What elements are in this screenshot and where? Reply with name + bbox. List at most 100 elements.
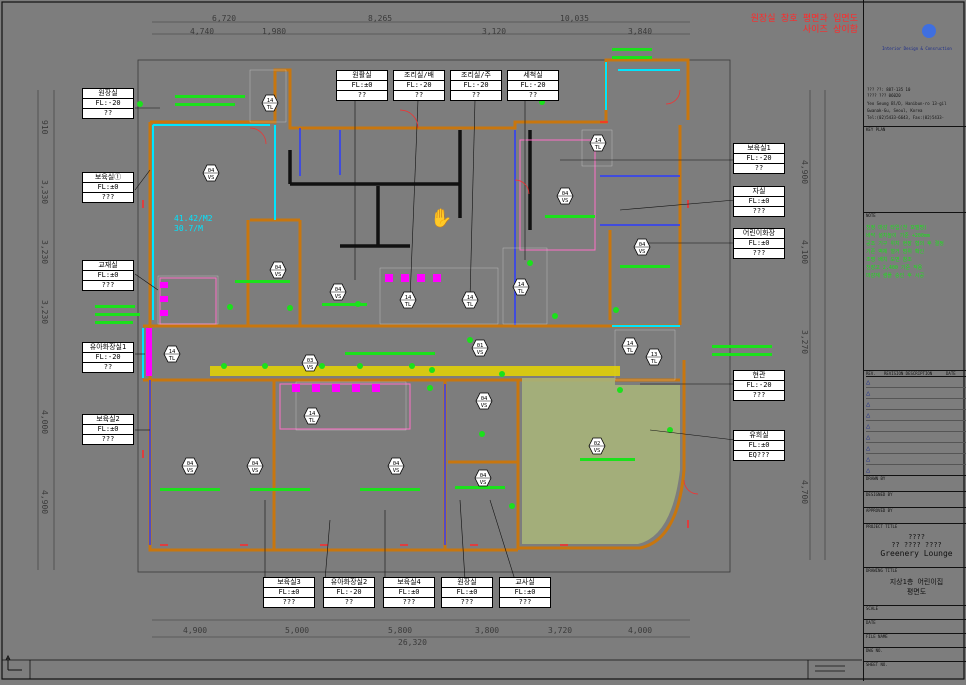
svg-text:04: 04 (562, 191, 569, 197)
area-note-line-2: 30.7/M (174, 224, 203, 233)
note-line: 공조 기구 위치 현장 협의 후 결정 (866, 241, 944, 247)
finish-code-hexagon: 13 TL (645, 348, 663, 370)
room-tag-note: ?? (357, 91, 367, 99)
svg-text:VS: VS (562, 198, 569, 204)
room-tag-fl: FL:-20 (394, 81, 444, 91)
room-tag: 원활실 FL:±0?? (336, 70, 388, 101)
room-tag-fl: FL:±0 (500, 588, 550, 598)
ucs-icon (5, 654, 22, 671)
room-tag-fl: FL:-20 (324, 588, 374, 598)
note-row: NOTE 천정 마감 타입(천 모델명) 바닥 설치높이 기준 +200mm 공조 … (864, 212, 966, 370)
svg-text:TL: TL (595, 145, 602, 151)
top-dim-6: 3,120 (482, 27, 507, 36)
room-tag-name: 보육실① (83, 173, 133, 183)
room-tag: 교사실 FL:±0??? (499, 577, 551, 608)
svg-text:TL: TL (267, 105, 274, 111)
room-tag-note: ??? (101, 281, 115, 289)
cad-drawing-viewport[interactable]: 6,720 8,265 10,035 4,740 1,980 3,120 3,8… (0, 0, 966, 681)
svg-text:VS: VS (307, 365, 314, 371)
desc-col-header: REVISION DESCRIPTION (884, 371, 933, 376)
room-tag: 원장실 FL:-20?? (82, 88, 134, 119)
bottom-dim-6: 4,000 (628, 626, 653, 635)
room-tag-note: ?? (528, 91, 538, 99)
revision-row: △ (866, 421, 966, 432)
room-tag: 원장실 FL:±0??? (441, 577, 493, 608)
date-row: DATE (864, 619, 966, 633)
svg-text:14: 14 (169, 349, 176, 355)
svg-text:TL: TL (627, 348, 634, 354)
right-dim-2: 4,100 (800, 240, 809, 265)
top-dim-2: 8,265 (368, 14, 393, 23)
finish-code-hexagon: 04 VS (633, 238, 651, 260)
svg-text:14: 14 (518, 282, 525, 288)
note-line: 마감재 샘플 승인 후 시공 (866, 273, 925, 279)
room-tag-name: 세척실 (508, 71, 558, 81)
room-tag-fl: FL:-20 (734, 154, 784, 164)
designed-by-row: DESIGNED BY (864, 491, 966, 507)
room-tag-name: 유아화장실2 (324, 578, 374, 588)
room-tag: 자실 FL:±0??? (733, 186, 785, 217)
room-tag: 현관 FL:-20??? (733, 370, 785, 401)
svg-text:04: 04 (275, 265, 282, 271)
room-tag-fl: FL:±0 (734, 239, 784, 249)
room-tag-note: ?? (103, 109, 113, 117)
left-dim-1: 910 (40, 120, 49, 135)
room-tag-name: 보육실1 (734, 144, 784, 154)
svg-text:VS: VS (275, 272, 282, 278)
room-tag-note: ??? (518, 598, 532, 606)
svg-text:04: 04 (252, 461, 259, 467)
note-line: 천정 마감 타입(천 모델명) (866, 225, 928, 231)
drawing-name-line-2: 평면도 (906, 588, 927, 596)
revision-warning: 원장실 창호 평면과 입면도 사이즈 상이함 (700, 14, 858, 36)
dwg-no-row: DWG NO. (864, 647, 966, 661)
warning-line-2: 사이즈 상이함 (802, 25, 858, 35)
company-name: Interior Design & Consruction (882, 46, 952, 51)
drawing-title-label: DRAWING TITLE (866, 568, 898, 573)
finish-code-hexagon: 14 TL (399, 291, 417, 313)
note-line: 천장고 2,400 기준 적용 (866, 265, 923, 271)
dimension-lines (37, 21, 826, 638)
room-tag: 유아화장실2 FL:-20?? (323, 577, 375, 608)
room-tag-note: EQ??? (748, 451, 770, 459)
revision-row: △ (866, 432, 966, 443)
finish-code-hexagon: 04 VS (246, 457, 264, 479)
room-tag-fl: FL:±0 (734, 441, 784, 451)
project-name: Greenery Lounge (880, 549, 953, 558)
contact-line-2: ???? ??? 06020 (867, 93, 901, 98)
room-tag-fl: FL:±0 (442, 588, 492, 598)
svg-text:04: 04 (187, 461, 194, 467)
finish-code-hexagon: 04 VS (202, 164, 220, 186)
svg-text:01: 01 (477, 343, 484, 349)
project-line-2: ?? ???? ???? (891, 541, 942, 549)
finish-code-hexagon: 14 TL (261, 94, 279, 116)
project-title-label: PROJECT TITLE (866, 524, 898, 529)
room-tag-name: 원장실 (83, 89, 133, 99)
glazing (142, 62, 680, 378)
svg-text:14: 14 (627, 341, 634, 347)
top-dim-5: 1,980 (262, 27, 287, 36)
room-tag-fl: FL:±0 (83, 183, 133, 193)
finish-code-hexagon: 14 TL (163, 345, 181, 367)
area-note-line-1: 41.42/M2 (174, 214, 213, 223)
svg-text:14: 14 (467, 295, 474, 301)
note-line: 바닥 설치높이 기준 +200mm (866, 233, 930, 239)
room-tag-name: 보육실2 (83, 415, 133, 425)
room-tag-name: 유아화장실1 (83, 343, 133, 353)
note-line: 기존 벽체 철거 범위 확인 (866, 249, 925, 255)
room-tag-name: 어린이화장 (734, 229, 784, 239)
revision-row: △ (866, 454, 966, 465)
scale-label: SCALE (866, 606, 879, 611)
finish-code-hexagon: 03 VS (301, 354, 319, 376)
room-tag-note: ?? (471, 91, 481, 99)
finish-code-hexagon: 14 TL (621, 337, 639, 359)
room-tag: 보육실4 FL:±0??? (383, 577, 435, 608)
svg-text:TL: TL (309, 418, 316, 424)
area-note: 41.42/M2 30.7/M (174, 214, 213, 234)
svg-text:TL: TL (467, 302, 474, 308)
date-label: DATE (866, 620, 876, 625)
room-tag: 세척실 FL:-20?? (507, 70, 559, 101)
finish-code-hexagon: 04 VS (329, 283, 347, 305)
room-tag-note: ??? (101, 435, 115, 443)
room-tag-note: ??? (752, 391, 766, 399)
room-tag-fl: FL:-20 (83, 353, 133, 363)
